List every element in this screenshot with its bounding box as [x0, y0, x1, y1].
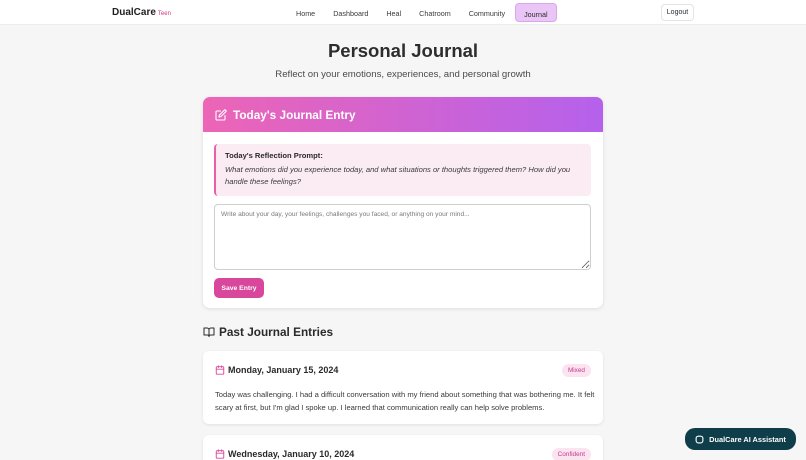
save-entry-button[interactable]: Save Entry: [214, 278, 264, 298]
todays-entry-card: Today's Journal Entry Today's Reflection…: [203, 97, 603, 308]
card-title: Today's Journal Entry: [233, 107, 356, 122]
edit-icon: [215, 108, 227, 121]
brand-name: DualCare: [112, 7, 156, 18]
ai-assistant-button[interactable]: DualCare AI Assistant: [685, 428, 796, 450]
page-subtitle: Reflect on your emotions, experiences, a…: [275, 69, 531, 80]
nav-link-chatroom[interactable]: Chatroom: [411, 3, 459, 22]
ai-assistant-label: DualCare AI Assistant: [709, 434, 786, 444]
prompt-title: Today's Reflection Prompt:: [225, 151, 323, 160]
card-header: Today's Journal Entry: [203, 97, 603, 132]
brand-tag: Teen: [157, 11, 171, 17]
nav-links: Home Dashboard Heal Chatroom Community J…: [288, 3, 559, 22]
nav-link-dashboard[interactable]: Dashboard: [325, 3, 376, 22]
mood-badge: Mixed: [561, 364, 591, 377]
journal-entry-input[interactable]: [214, 204, 591, 270]
journal-entry-card[interactable]: Wednesday, January 10, 2024 Confident: [203, 435, 603, 460]
entry-text: Today was challenging. I had a difficult…: [215, 390, 595, 412]
reflection-prompt: Today's Reflection Prompt: What emotions…: [214, 144, 591, 196]
logout-button[interactable]: Logout: [661, 4, 694, 21]
book-open-icon: [203, 327, 215, 337]
page-title: Personal Journal: [327, 40, 479, 61]
nav-link-journal[interactable]: Journal: [515, 3, 557, 22]
nav-link-home[interactable]: Home: [288, 3, 323, 22]
calendar-icon: [215, 365, 225, 375]
nav-link-community[interactable]: Community: [461, 3, 513, 22]
chat-bubble-icon: [695, 435, 704, 443]
calendar-icon: [215, 449, 225, 459]
entry-date: Wednesday, January 10, 2024: [228, 449, 355, 459]
past-entries-title: Past Journal Entries: [219, 325, 334, 339]
mood-badge: Confident: [551, 448, 591, 460]
nav-link-heal[interactable]: Heal: [378, 3, 409, 22]
past-entries-heading: Past Journal Entries: [203, 325, 333, 339]
top-nav: DualCare Teen Home Dashboard Heal Chatroo…: [0, 0, 806, 25]
journal-entry-card[interactable]: Monday, January 15, 2024 Mixed Today was…: [203, 351, 603, 424]
prompt-text: What emotions did you experience today, …: [225, 165, 571, 186]
entry-date: Monday, January 15, 2024: [228, 365, 339, 375]
brand-logo[interactable]: DualCare Teen: [112, 7, 171, 18]
